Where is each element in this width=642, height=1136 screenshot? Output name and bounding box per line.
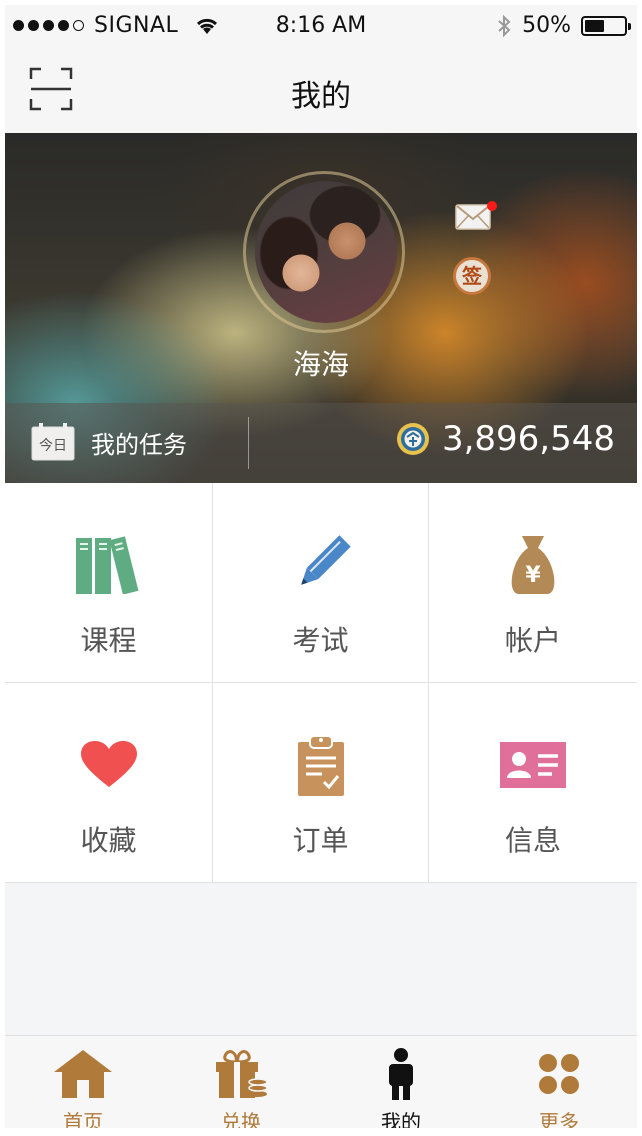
battery-percent: 50% xyxy=(522,13,571,38)
calendar-icon: 今日 xyxy=(31,423,75,461)
more-dots-icon xyxy=(527,1046,591,1102)
task-bar: 今日 我的任务 3,896,548 xyxy=(5,403,637,483)
status-bar: SIGNAL 8:16 AM 50% xyxy=(5,5,637,49)
tab-more[interactable]: 更多 xyxy=(481,1036,637,1134)
mail-icon[interactable] xyxy=(455,203,491,231)
tab-bar: 首页 兑换 我的 更多 xyxy=(5,1035,637,1134)
task-bar-divider xyxy=(248,417,249,469)
bluetooth-icon xyxy=(498,14,511,37)
grid-item-account[interactable]: ¥ 帐户 xyxy=(429,483,637,683)
clipboard-icon xyxy=(285,733,357,797)
navigation-bar: 我的 xyxy=(5,49,637,133)
grid-item-label: 订单 xyxy=(292,824,349,857)
grid-item-favorites[interactable]: 收藏 xyxy=(5,683,213,883)
grid-item-exams[interactable]: 考试 xyxy=(213,483,429,683)
coin-amount: 3,896,548 xyxy=(441,419,615,459)
grid-item-label: 帐户 xyxy=(504,624,561,657)
grid-item-label: 课程 xyxy=(80,624,137,657)
feature-grid: 课程 考试 ¥ 帐户 收藏 订单 信息 xyxy=(5,483,637,883)
money-bag-icon: ¥ xyxy=(497,533,569,597)
tab-label: 更多 xyxy=(539,1110,579,1134)
home-icon xyxy=(51,1046,115,1102)
page-title: 我的 xyxy=(291,79,351,114)
battery-fill xyxy=(585,19,604,32)
calendar-label: 今日 xyxy=(39,438,67,454)
heart-icon xyxy=(73,733,145,797)
grid-item-label: 收藏 xyxy=(80,824,137,857)
id-card-icon xyxy=(497,733,569,797)
grid-item-info[interactable]: 信息 xyxy=(429,683,637,883)
status-right: 50% xyxy=(496,13,631,38)
profile-header: 签 海海 今日 我的任务 3,896,548 xyxy=(5,133,637,483)
grid-item-orders[interactable]: 订单 xyxy=(213,683,429,883)
app-frame: SIGNAL 8:16 AM 50% 我的 签 海海 今日 我的任务 3,896… xyxy=(0,0,642,1136)
person-icon xyxy=(369,1046,433,1102)
tab-exchange[interactable]: 兑换 xyxy=(161,1036,321,1134)
tab-mine[interactable]: 我的 xyxy=(321,1036,481,1134)
battery-icon xyxy=(581,15,631,36)
coin-balance[interactable]: 3,896,548 xyxy=(396,419,615,459)
gift-icon xyxy=(209,1046,273,1102)
user-name: 海海 xyxy=(292,348,349,381)
my-tasks-button[interactable]: 今日 我的任务 xyxy=(31,423,187,461)
my-tasks-label: 我的任务 xyxy=(91,430,187,459)
pencil-icon xyxy=(285,533,357,597)
tab-home[interactable]: 首页 xyxy=(5,1036,161,1134)
avatar[interactable] xyxy=(255,181,397,323)
grid-item-label: 信息 xyxy=(504,824,561,857)
books-icon xyxy=(73,533,145,597)
tab-label: 首页 xyxy=(63,1110,103,1134)
coin-icon xyxy=(396,423,429,455)
sign-in-icon[interactable]: 签 xyxy=(453,257,491,295)
grid-item-label: 考试 xyxy=(292,624,349,657)
svg-text:¥: ¥ xyxy=(525,563,541,588)
unread-badge xyxy=(487,201,497,211)
tab-label: 兑换 xyxy=(221,1110,261,1134)
grid-item-courses[interactable]: 课程 xyxy=(5,483,213,683)
tab-label: 我的 xyxy=(381,1110,421,1134)
